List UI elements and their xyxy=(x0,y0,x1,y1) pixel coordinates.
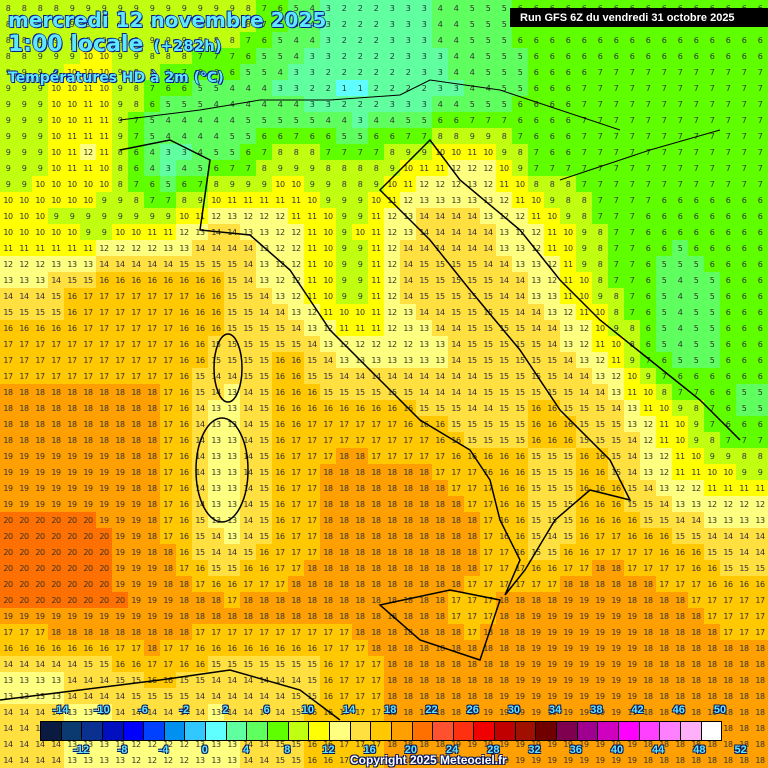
legend-swatch xyxy=(268,722,289,740)
legend-swatch xyxy=(391,722,413,740)
legend-label-top: -10 xyxy=(93,704,110,716)
legend-swatch xyxy=(164,722,186,740)
local-time: 1:00 locale xyxy=(7,31,144,57)
legend-label-bottom: 8 xyxy=(284,744,291,756)
legend-label-top: 34 xyxy=(549,704,562,716)
color-scale-legend xyxy=(40,721,722,741)
legend-swatch xyxy=(61,722,83,740)
legend-swatch xyxy=(412,722,434,740)
legend-swatch xyxy=(329,722,351,740)
italy-coastline xyxy=(119,138,741,596)
legend-swatch xyxy=(123,722,145,740)
legend-label-bottom: 36 xyxy=(569,744,582,756)
legend-swatch xyxy=(247,722,269,740)
legend-label-top: 6 xyxy=(263,704,270,716)
africa-coastline xyxy=(0,669,341,721)
coastlines xyxy=(0,79,741,721)
legend-swatch xyxy=(474,722,496,740)
legend-label-bottom: 40 xyxy=(610,744,624,756)
legend-label-bottom: 32 xyxy=(528,744,541,756)
legend-label-bottom: -8 xyxy=(117,744,128,756)
legend-swatch xyxy=(371,722,392,740)
legend-label-bottom: 52 xyxy=(734,744,747,756)
legend-swatch xyxy=(433,722,454,740)
legend-swatch xyxy=(536,722,558,740)
legend-label-top: 26 xyxy=(466,704,479,716)
legend-label-top: 46 xyxy=(672,704,685,716)
legend-label-top: -6 xyxy=(138,704,148,716)
run-info: Run GFS 6Z du vendredi 31 octobre 2025 xyxy=(510,8,768,27)
legend-label-top: 42 xyxy=(631,704,644,716)
legend-label-top: 30 xyxy=(507,704,521,716)
legend-swatch xyxy=(680,722,702,740)
legend-label-top: 10 xyxy=(301,704,314,716)
legend-swatch xyxy=(639,722,661,740)
legend-label-bottom: 44 xyxy=(652,744,665,756)
legend-swatch xyxy=(185,722,207,740)
product-title: Températures HD à 2m (°C) xyxy=(7,69,224,86)
legend-swatch xyxy=(82,722,103,740)
legend-label-top: 50 xyxy=(713,704,727,716)
legend-swatch xyxy=(226,722,248,740)
legend-swatch xyxy=(577,722,599,740)
legend-label-top: 2 xyxy=(222,704,229,716)
legend-label-top: 18 xyxy=(384,704,397,716)
legend-swatch xyxy=(618,722,640,740)
legend-swatch xyxy=(598,722,619,740)
corsica-coastline xyxy=(213,333,243,403)
legend-label-bottom: 48 xyxy=(693,744,706,756)
legend-swatch xyxy=(515,722,537,740)
legend-swatch xyxy=(309,722,330,740)
legend-label-bottom: -4 xyxy=(158,744,169,756)
forecast-time: 1:00 locale (+282h) xyxy=(7,31,222,57)
sardinia-coastline xyxy=(195,417,249,523)
lead-time: (+282h) xyxy=(153,36,222,55)
legend-swatch xyxy=(660,722,681,740)
legend-swatch xyxy=(557,722,578,740)
sicily-coastline xyxy=(378,589,501,661)
legend-swatch xyxy=(102,722,124,740)
legend-label-bottom: 0 xyxy=(201,744,208,756)
legend-swatch xyxy=(144,722,165,740)
legend-label-top: -2 xyxy=(179,704,190,716)
legend-label-top: 14 xyxy=(342,704,356,716)
legend-swatch xyxy=(495,722,516,740)
forecast-date: mercredi 12 novembre 2025 xyxy=(7,7,327,32)
legend-label-top: 22 xyxy=(425,704,438,716)
legend-swatch xyxy=(453,722,475,740)
legend-label-bottom: 12 xyxy=(322,744,335,756)
legend-swatch xyxy=(288,722,310,740)
legend-swatch xyxy=(701,722,722,740)
legend-label-bottom: 4 xyxy=(242,744,250,756)
legend-label-top: 38 xyxy=(590,704,603,716)
legend-swatch xyxy=(350,722,372,740)
legend-swatch xyxy=(41,722,62,740)
copyright: Copyright 2025 Meteociel.fr xyxy=(350,753,507,767)
legend-label-top: -14 xyxy=(52,704,69,716)
legend-label-bottom: -12 xyxy=(73,744,90,756)
legend-swatch xyxy=(206,722,227,740)
